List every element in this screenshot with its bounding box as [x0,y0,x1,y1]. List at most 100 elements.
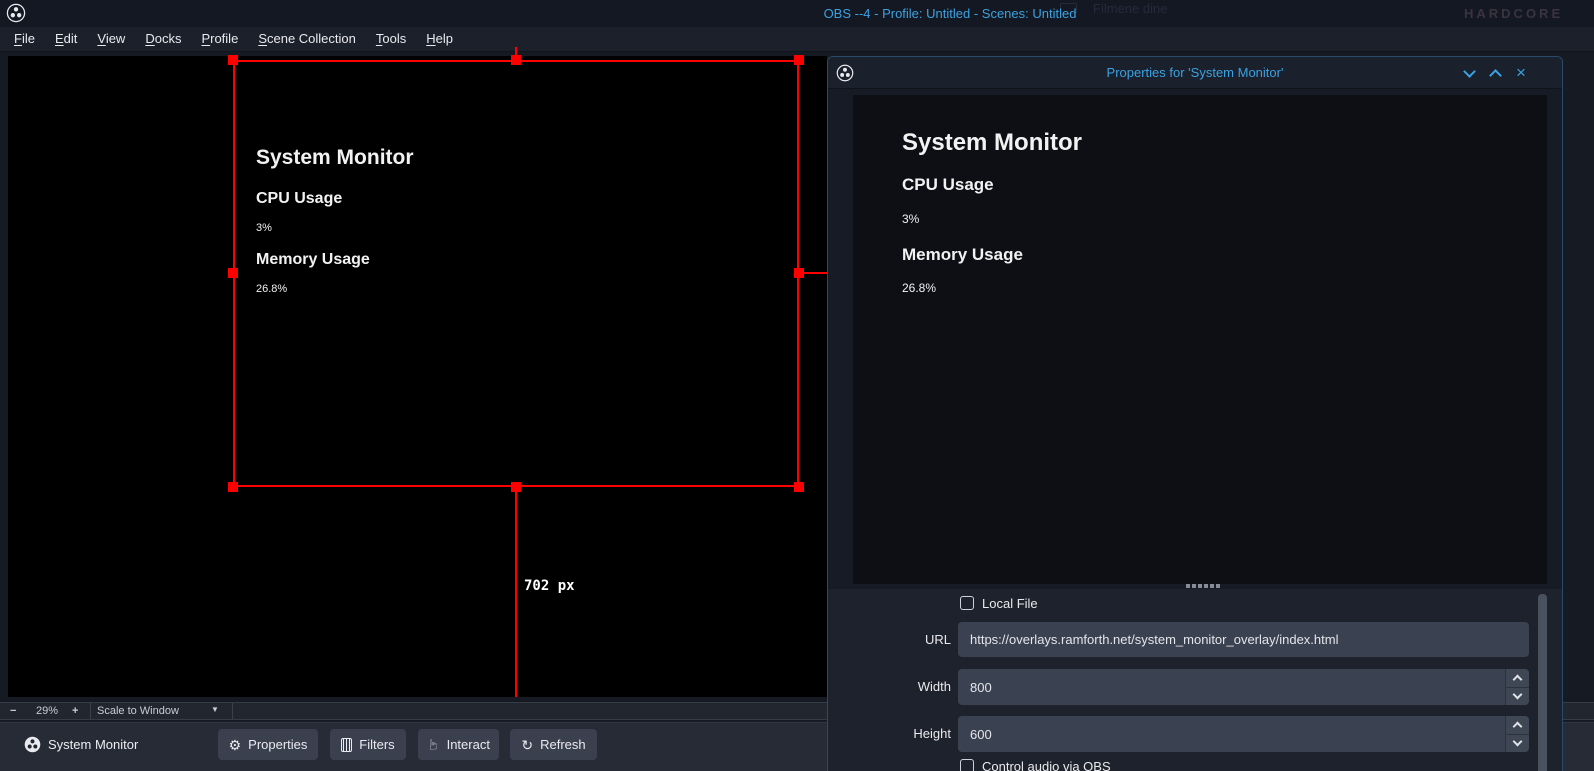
selection-handle-top-center[interactable] [511,55,521,65]
browser-source-icon [24,736,41,753]
background-artifact-text: Filmene dine [1093,1,1167,16]
zoom-level-value: 29% [36,705,58,717]
dialog-form: Local File URL Width Height Control audi… [828,589,1562,771]
height-input[interactable] [958,716,1529,752]
dialog-title: Properties for 'System Monitor' [1107,65,1284,80]
menu-tools[interactable]: Tools [366,27,416,51]
measurement-label: 702 px [524,578,575,594]
control-audio-label: Control audio via OBS [982,759,1111,771]
filter-icon [341,738,352,752]
menu-docks-mnemonic: D [145,31,154,46]
properties-button-label: Properties [248,737,307,752]
width-label: Width [828,669,951,705]
menu-help[interactable]: Help [416,27,463,51]
menu-profile-rest: rofile [210,31,238,46]
selection-handle-middle-right[interactable] [794,268,804,278]
chevron-up-icon [1513,675,1523,685]
selection-measurement-line [515,487,517,697]
menu-docks[interactable]: Docks [135,27,191,51]
menu-tools-rest: ools [382,31,406,46]
local-file-checkbox[interactable] [960,596,974,610]
menu-edit-mnemonic: E [55,31,64,46]
refresh-button-label: Refresh [540,737,586,752]
selection-handle-top-left[interactable] [228,55,238,65]
height-decrement-button[interactable] [1506,734,1529,752]
selection-handle-middle-left[interactable] [228,268,238,278]
selection-handle-bottom-right[interactable] [794,482,804,492]
menu-edit-rest: dit [64,31,78,46]
menu-scene-collection[interactable]: Scene Collection [248,27,366,51]
properties-dialog: Properties for 'System Monitor' × System… [827,56,1563,771]
separator [90,703,91,719]
preview-memory-value: 26.8% [902,281,936,295]
menu-file-mnemonic: F [14,31,22,46]
width-input[interactable] [958,669,1529,705]
height-spin-buttons [1505,716,1529,752]
dialog-titlebar[interactable]: Properties for 'System Monitor' × [828,57,1562,89]
height-increment-button[interactable] [1506,716,1529,734]
source-selection-bounds[interactable] [233,60,799,487]
window-title: OBS --4 - Profile: Untitled - Scenes: Un… [824,6,1077,21]
menu-view-rest: iew [106,31,126,46]
obs-logo-icon [6,3,26,23]
obs-logo-icon [836,64,854,82]
scale-mode-dropdown[interactable]: Scale to Window [97,705,179,717]
selection-handle-bottom-center[interactable] [511,482,521,492]
preview-cpu-label: CPU Usage [902,175,994,195]
menu-bar: File Edit View Docks Profile Scene Colle… [0,27,1594,52]
menu-view-mnemonic: V [97,31,105,46]
height-label: Height [828,716,951,752]
dialog-shade-button[interactable] [1462,66,1478,82]
zoom-in-button[interactable]: + [72,705,78,717]
menu-profile[interactable]: Profile [191,27,248,51]
preview-cpu-value: 3% [902,212,919,226]
chevron-down-icon [1463,65,1476,78]
menu-docks-rest: ocks [155,31,182,46]
width-spinner [958,669,1529,705]
selection-handle-bottom-left[interactable] [228,482,238,492]
gear-icon: ⚙ [229,738,242,752]
chevron-up-icon [1513,722,1523,732]
interact-button[interactable]: ☞ Interact [418,729,499,760]
dropdown-arrow-icon[interactable]: ▼ [211,705,219,714]
menu-help-mnemonic: H [426,31,435,46]
background-watermark-text: HARDCORE [1464,6,1563,21]
interact-button-label: Interact [447,737,490,752]
pointer-hand-icon: ☞ [425,738,442,751]
filters-button-label: Filters [359,737,394,752]
separator [232,703,233,719]
width-decrement-button[interactable] [1506,687,1529,705]
filters-button[interactable]: Filters [330,729,406,760]
preview-heading: System Monitor [902,129,1082,157]
refresh-button[interactable]: ↻ Refresh [510,729,597,760]
menu-file-rest: ile [22,31,35,46]
menu-help-rest: elp [436,31,453,46]
url-input[interactable] [958,622,1529,657]
menu-scene-collection-rest: cene Collection [267,31,356,46]
properties-button[interactable]: ⚙ Properties [218,729,318,760]
preview-memory-label: Memory Usage [902,245,1023,265]
refresh-icon: ↻ [521,738,533,752]
dialog-close-button[interactable]: × [1514,66,1530,82]
menu-edit[interactable]: Edit [45,27,87,51]
chevron-up-icon [1489,69,1502,82]
control-audio-checkbox[interactable] [960,759,974,771]
chevron-down-icon [1513,690,1523,700]
zoom-out-button[interactable]: − [10,705,16,717]
height-spinner [958,716,1529,752]
window-titlebar: Filmene dine HARDCORE OBS --4 - Profile:… [0,0,1594,27]
menu-file[interactable]: File [4,27,45,51]
width-increment-button[interactable] [1506,669,1529,687]
dialog-unshade-button[interactable] [1488,66,1504,82]
selection-handle-top-right[interactable] [794,55,804,65]
close-icon: × [1516,63,1526,83]
width-spin-buttons [1505,669,1529,705]
local-file-label: Local File [982,596,1038,611]
menu-view[interactable]: View [87,27,135,51]
dialog-source-preview: System Monitor CPU Usage 3% Memory Usage… [853,95,1547,584]
form-scrollbar-thumb[interactable] [1538,594,1547,771]
chevron-down-icon [1513,737,1523,747]
selected-source-name: System Monitor [48,737,138,752]
url-label: URL [828,622,951,657]
menu-profile-mnemonic: P [201,31,210,46]
